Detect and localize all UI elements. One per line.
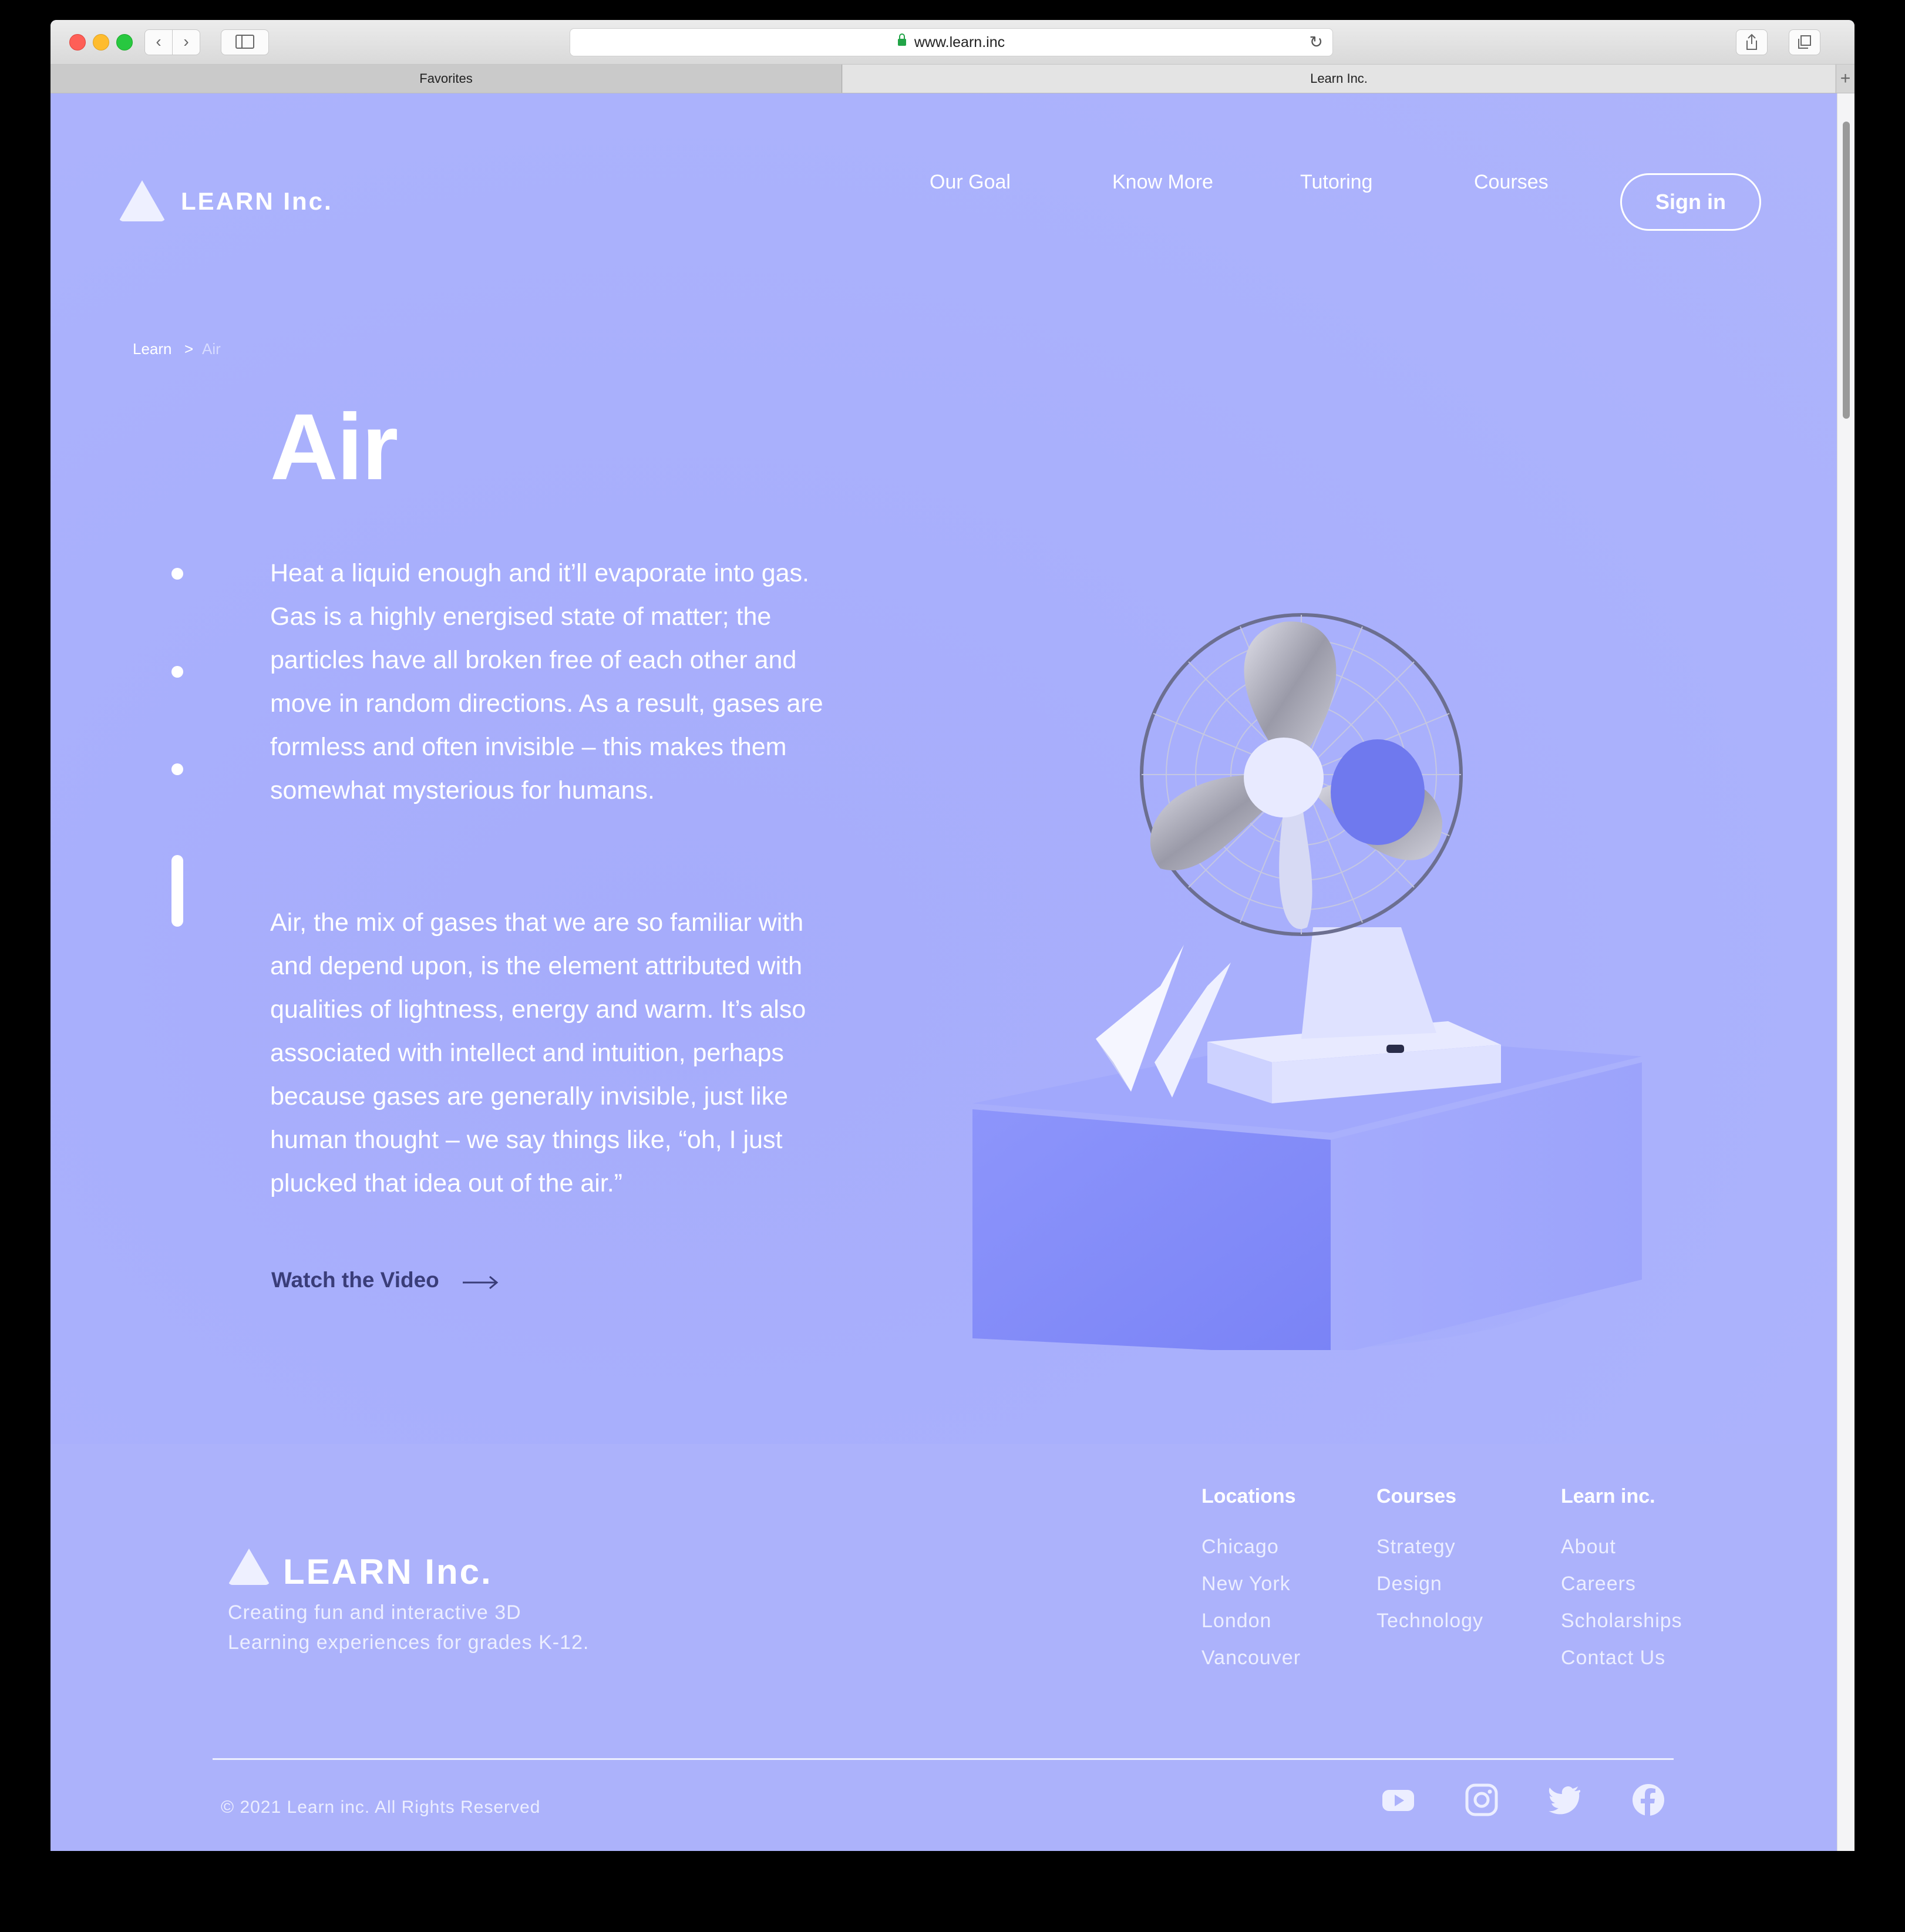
footer-link-scholarships[interactable]: Scholarships [1561, 1610, 1682, 1633]
address-bar[interactable]: www.learn.inc ↻ [570, 28, 1333, 56]
intro-paragraph: Heat a liquid enough and it’ll evaporate… [270, 559, 823, 805]
browser-titlebar: ‹ › www.learn.inc ↻ [51, 20, 1854, 65]
fan-illustration [955, 613, 1642, 1350]
scrollbar-thumb[interactable] [1843, 122, 1850, 419]
footer-link-london[interactable]: London [1201, 1610, 1271, 1633]
url-text: www.learn.inc [914, 34, 1005, 51]
browser-window: ‹ › www.learn.inc ↻ Favorites Learn Inc.… [51, 20, 1854, 1851]
nav-our-goal[interactable]: Our Goal [930, 171, 1011, 194]
pager-dot-1[interactable] [171, 568, 183, 580]
header-logo-text[interactable]: LEARN Inc. [181, 187, 333, 216]
footer-heading-locations: Locations [1201, 1485, 1296, 1507]
footer-link-strategy[interactable]: Strategy [1376, 1536, 1456, 1559]
breadcrumb-current: Air [202, 340, 221, 358]
share-button[interactable] [1736, 29, 1768, 55]
footer-tagline-line2: Learning experiences for grades K-12. [228, 1631, 590, 1654]
show-tabs-button[interactable] [1789, 29, 1820, 55]
pager-dot-2[interactable] [171, 666, 183, 678]
footer-heading-learn-inc: Learn inc. [1561, 1485, 1655, 1507]
scrollbar[interactable] [1837, 93, 1854, 1851]
nav-tutoring[interactable]: Tutoring [1300, 171, 1372, 194]
footer-tagline-line1: Creating fun and interactive 3D [228, 1601, 521, 1624]
facebook-icon[interactable] [1631, 1783, 1665, 1817]
page-content: LEARN Inc. Our Goal Know More Tutoring C… [51, 93, 1837, 1851]
footer-divider [213, 1758, 1674, 1760]
breadcrumb-learn[interactable]: Learn [133, 340, 172, 358]
nav-know-more[interactable]: Know More [1112, 171, 1213, 194]
chevron-left-icon: ‹ [156, 32, 161, 51]
footer-link-careers[interactable]: Careers [1561, 1573, 1636, 1596]
instagram-icon[interactable] [1465, 1783, 1499, 1817]
tab-bar: Favorites Learn Inc. + [51, 65, 1854, 93]
pager-dot-3[interactable] [171, 763, 183, 775]
footer-link-design[interactable]: Design [1376, 1573, 1442, 1596]
footer-logo-text[interactable]: LEARN Inc. [283, 1551, 493, 1592]
footer-link-about[interactable]: About [1561, 1536, 1616, 1559]
zoom-window-button[interactable] [116, 34, 133, 51]
footer-heading-courses: Courses [1376, 1485, 1457, 1507]
footer-link-contact-us[interactable]: Contact Us [1561, 1647, 1665, 1670]
nav-courses[interactable]: Courses [1474, 171, 1549, 194]
footer-link-vancouver[interactable]: Vancouver [1201, 1647, 1301, 1670]
breadcrumb-separator-icon: > [184, 340, 194, 358]
tabs-overview-icon [1798, 35, 1811, 49]
air-paragraph: Air, the mix of gases that we are so fam… [270, 908, 806, 1197]
logo-icon[interactable] [119, 180, 166, 221]
twitter-icon[interactable] [1548, 1783, 1582, 1817]
chevron-right-icon: › [183, 32, 189, 51]
forward-button[interactable]: › [172, 29, 200, 55]
footer-logo-icon[interactable] [228, 1549, 270, 1585]
new-tab-button[interactable]: + [1836, 65, 1854, 93]
minimize-window-button[interactable] [93, 34, 109, 51]
copyright-text: © 2021 Learn inc. All Rights Reserved [221, 1798, 541, 1817]
close-window-button[interactable] [69, 34, 86, 51]
sign-in-button[interactable]: Sign in [1620, 173, 1761, 231]
reload-icon[interactable]: ↻ [1310, 29, 1323, 56]
back-button[interactable]: ‹ [144, 29, 173, 55]
page-title: Air [270, 394, 398, 499]
watch-video-link[interactable]: Watch the Video [271, 1268, 439, 1293]
share-icon [1746, 33, 1757, 50]
youtube-icon[interactable] [1381, 1783, 1415, 1817]
footer-link-new-york[interactable]: New York [1201, 1573, 1291, 1596]
sidebar-icon [235, 34, 254, 49]
lock-icon [897, 33, 906, 46]
footer-link-technology[interactable]: Technology [1376, 1610, 1483, 1633]
arrow-right-icon[interactable] [462, 1274, 499, 1291]
footer-link-chicago[interactable]: Chicago [1201, 1536, 1279, 1559]
tab-learn-inc[interactable]: Learn Inc. [843, 65, 1835, 93]
tab-favorites[interactable]: Favorites [51, 65, 842, 93]
pager-active-indicator[interactable] [171, 855, 183, 927]
sidebar-toggle-button[interactable] [221, 29, 269, 55]
